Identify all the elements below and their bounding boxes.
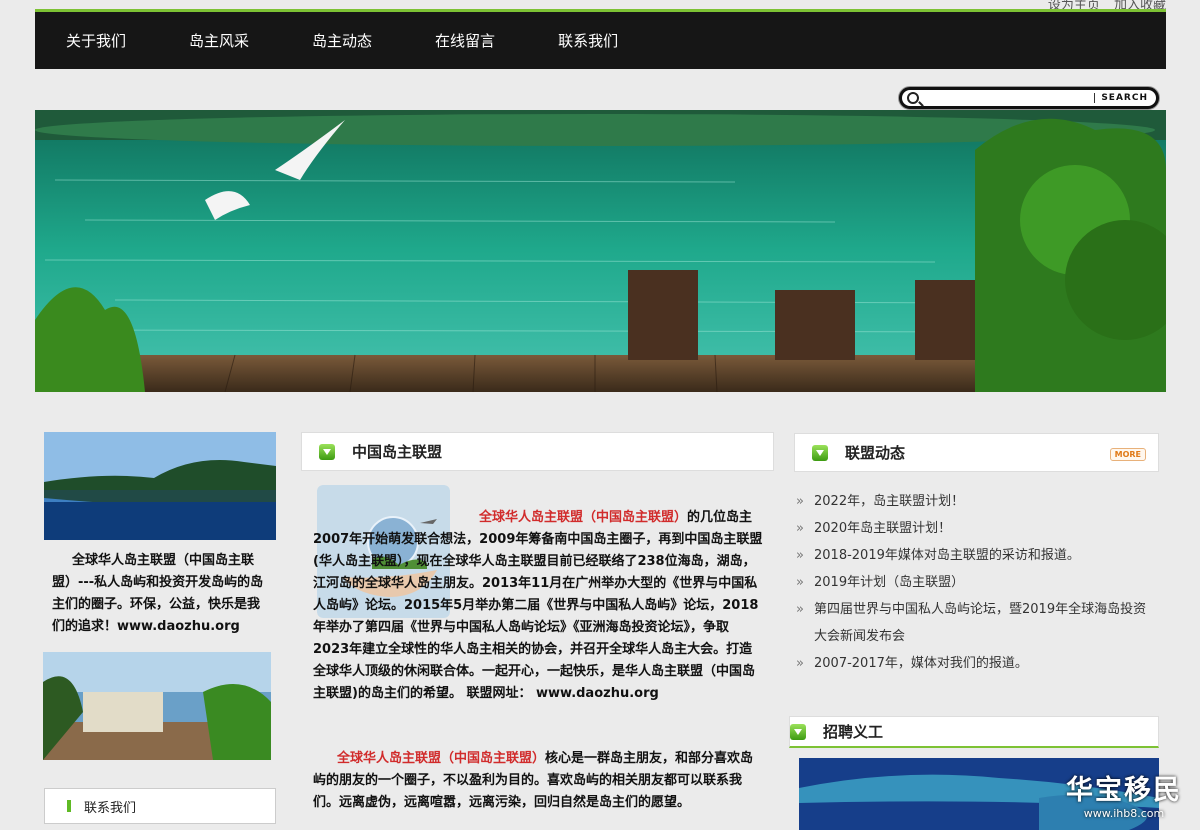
left-column: 全球华人岛主联盟（中国岛主联盟）---私人岛屿和投资开发岛屿的岛主们的圈子。环保… (43, 432, 276, 824)
contact-title[interactable]: 联系我们 (84, 797, 136, 816)
middle-title-bar: 中国岛主联盟 (301, 432, 774, 471)
main-nav: 关于我们 岛主风采 岛主动态 在线留言 联系我们 (35, 12, 1166, 69)
news-item[interactable]: 第四届世界与中国私人岛屿论坛，暨2019年全球海岛投资大会新闻发布会 (794, 596, 1154, 650)
lake-photo (44, 432, 276, 540)
news-item[interactable]: 2019年计划（岛主联盟） (794, 569, 1154, 596)
news-list: 2022年，岛主联盟计划！ 2020年岛主联盟计划！ 2018-2019年媒体对… (794, 488, 1154, 677)
volunteer-title[interactable]: 招聘义工 (823, 721, 883, 742)
news-item[interactable]: 2018-2019年媒体对岛主联盟的采访和报道。 (794, 542, 1154, 569)
deck-photo (43, 652, 271, 760)
middle-title: 中国岛主联盟 (352, 443, 443, 461)
middle-column: 中国岛主联盟 全球华人岛主联盟（中国岛主联盟）的几位岛主2007年开始萌发联合想… (301, 432, 774, 810)
search-button[interactable]: SEARCH (1094, 93, 1148, 103)
lake-scene-image (35, 110, 1166, 392)
news-title-bar: 联盟动态 MORE (794, 433, 1159, 472)
highlight-name-2: 全球华人岛主联盟（中国岛主联盟） (337, 751, 546, 766)
nav-item-message[interactable]: 在线留言 (435, 30, 495, 51)
nav-item-about[interactable]: 关于我们 (66, 30, 126, 51)
middle-paragraph-2: 全球华人岛主联盟（中国岛主联盟）核心是一群岛主朋友，和部分喜欢岛屿的朋友的一个圈… (313, 748, 763, 814)
site-watermark: 华宝移民 www.ihb8.com (1066, 768, 1182, 820)
intro-text: 全球华人岛主联盟（中国岛主联盟）---私人岛屿和投资开发岛屿的岛主们的圈子。环保… (52, 553, 264, 634)
nav-item-owners[interactable]: 岛主风采 (189, 30, 249, 51)
nav-item-news[interactable]: 岛主动态 (312, 30, 372, 51)
volunteer-title-bar: 招聘义工 (789, 716, 1159, 748)
search-bar: SEARCH (898, 86, 1160, 110)
para1-text: 的几位岛主2007年开始萌发联合想法，2009年筹备南中国岛主圈子，再到中国岛主… (313, 510, 763, 701)
news-item[interactable]: 2020年岛主联盟计划！ (794, 515, 1154, 542)
right-column: 联盟动态 MORE 2022年，岛主联盟计划！ 2020年岛主联盟计划！ 201… (789, 433, 1159, 830)
news-item[interactable]: 2022年，岛主联盟计划！ (794, 488, 1154, 515)
green-bar-icon (67, 800, 71, 812)
hero-banner (35, 110, 1166, 392)
news-title: 联盟动态 (845, 444, 906, 462)
contact-title-bar: 联系我们 (44, 788, 276, 824)
search-input[interactable] (926, 91, 1086, 105)
search-box: SEARCH (902, 90, 1156, 106)
section-arrow-icon (319, 443, 335, 460)
highlight-name-1: 全球华人岛主联盟（中国岛主联盟） (479, 510, 688, 525)
middle-paragraph-1: 全球华人岛主联盟（中国岛主联盟）的几位岛主2007年开始萌发联合想法，2009年… (313, 507, 765, 705)
section-arrow-icon (812, 444, 828, 461)
search-icon (907, 92, 919, 104)
section-arrow-icon (790, 723, 806, 740)
watermark-url: www.ihb8.com (1083, 807, 1165, 820)
news-item[interactable]: 2007-2017年，媒体对我们的报道。 (794, 650, 1154, 677)
more-button[interactable]: MORE (1109, 448, 1146, 461)
nav-item-contact[interactable]: 联系我们 (558, 30, 618, 51)
watermark-text: 华宝移民 (1066, 775, 1182, 806)
